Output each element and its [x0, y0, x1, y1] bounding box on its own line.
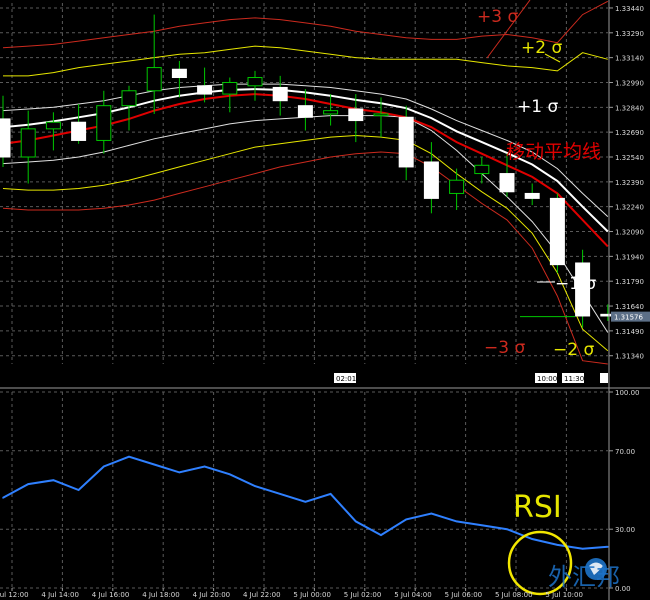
candle-body-bull	[323, 110, 339, 115]
price-tick-label: 1.31790	[615, 278, 644, 286]
candle-body-bear	[171, 68, 187, 79]
rsi-point	[2, 497, 4, 499]
candle-body-bull	[373, 113, 389, 117]
time-marker-label: 11:30	[564, 375, 584, 383]
rsi-point	[506, 528, 508, 530]
candle-body-bear	[499, 173, 515, 193]
candle-body-bull	[96, 105, 112, 141]
rsi-point	[27, 483, 30, 485]
candle	[549, 193, 565, 273]
rsi-point	[229, 473, 231, 476]
rsi-tick-label: 100.00	[615, 389, 640, 397]
annotation-plus1: +1 σ	[517, 97, 558, 117]
price-tick-label: 1.31490	[615, 328, 644, 336]
rsi-point	[329, 493, 332, 495]
rsi-point	[52, 479, 55, 482]
candle-body-bear	[0, 118, 11, 158]
rsi-point	[405, 518, 408, 521]
chart-root: 1.33440 1.33290 1.33140 1.32990 1.32840 1.326…	[0, 0, 650, 600]
time-tick-label: 5 Jul 02:00	[344, 591, 382, 599]
time-tick-label: 4 Jul 22:00	[243, 591, 281, 599]
price-tick-label: 1.31940	[615, 253, 644, 261]
annotation-minus1: −1 σ	[555, 274, 596, 294]
rsi-point	[481, 524, 483, 527]
candle-body-bull	[20, 128, 36, 158]
time-tick-label: 4 Jul 16:00	[92, 591, 130, 599]
candle-body-bull	[222, 81, 238, 95]
price-tick-label: 1.31340	[615, 353, 644, 361]
price-tick-label: 1.32090	[615, 229, 644, 237]
price-tick-label: 1.32840	[615, 104, 644, 112]
candle-body-bear	[398, 116, 414, 168]
rsi-point	[304, 500, 307, 503]
time-tick-label: 5 Jul 00:00	[293, 591, 331, 599]
watermark-text: 外汇邦	[548, 563, 620, 591]
annotation-plus2: +2 σ	[521, 38, 562, 58]
time-marker-label: 10:00	[537, 375, 557, 383]
rsi-point	[254, 485, 256, 487]
candle-body-bear	[348, 108, 364, 122]
rsi-point	[103, 465, 105, 468]
time-tick-label: 5 Jul 06:00	[445, 591, 483, 599]
candle-body-bull	[146, 67, 162, 92]
candle-body-bear	[272, 86, 288, 102]
candle-body-bear	[423, 161, 439, 199]
time-marker-label: 02:01	[336, 375, 356, 383]
current-price-label: 1.31576	[614, 314, 643, 322]
scroll-marker[interactable]	[600, 373, 608, 383]
price-tick-label: 1.33290	[615, 30, 644, 38]
rsi-point	[556, 544, 559, 546]
time-tick-label: 4 Jul 12:00	[0, 591, 29, 599]
candle-body-bear	[71, 121, 87, 141]
time-tick-label: 4 Jul 20:00	[193, 591, 231, 599]
rsi-point	[153, 463, 155, 466]
candle-body-bull	[121, 90, 137, 107]
candle-body-bull	[449, 179, 465, 194]
rsi-point	[355, 520, 357, 523]
price-tick-label: 1.32390	[615, 179, 644, 187]
rsi-tick-label: 30.00	[615, 526, 635, 534]
rsi-point	[203, 465, 206, 468]
time-tick-label: 4 Jul 18:00	[142, 591, 180, 599]
annotation-minus2: −2 σ	[553, 340, 594, 360]
rsi-point	[455, 520, 458, 523]
time-tick-label: 4 Jul 14:00	[41, 591, 79, 599]
price-tick-label: 1.31640	[615, 303, 644, 311]
time-tick-label: 5 Jul 08:00	[495, 591, 533, 599]
rsi-point	[430, 512, 433, 515]
annotation-minus3: −3 σ	[484, 338, 525, 358]
price-tick-label: 1.32240	[615, 204, 644, 212]
price-tick-label: 1.32540	[615, 154, 644, 162]
rsi-point	[581, 548, 584, 550]
rsi-point	[128, 455, 130, 458]
price-tick-label: 1.33440	[615, 5, 644, 13]
rsi-point	[380, 534, 382, 536]
annotation-moving-average: 移动平均线	[506, 141, 601, 163]
candle-body-bull	[45, 121, 61, 130]
candle-body-bear	[297, 105, 313, 118]
rsi-point	[279, 493, 282, 495]
candle-body-bear	[197, 85, 213, 95]
rsi-tick-label: 70.00	[615, 448, 635, 456]
rsi-point	[531, 538, 533, 540]
price-tick-label: 1.32990	[615, 79, 644, 87]
candle-body-bull	[474, 164, 490, 175]
candle-body-bear	[524, 192, 540, 199]
candle-body-bull	[247, 77, 263, 87]
time-tick-label: 5 Jul 10:00	[545, 591, 583, 599]
rsi-point	[178, 471, 181, 474]
rsi-label: RSI	[513, 490, 562, 525]
price-tick-label: 1.32690	[615, 129, 644, 137]
price-tick-label: 1.33140	[615, 55, 644, 63]
candle-body-bear	[549, 197, 565, 266]
time-tick-label: 5 Jul 04:00	[394, 591, 432, 599]
rsi-point	[77, 489, 80, 491]
watermark: 外汇邦	[548, 558, 620, 591]
rsi-point	[607, 546, 609, 548]
